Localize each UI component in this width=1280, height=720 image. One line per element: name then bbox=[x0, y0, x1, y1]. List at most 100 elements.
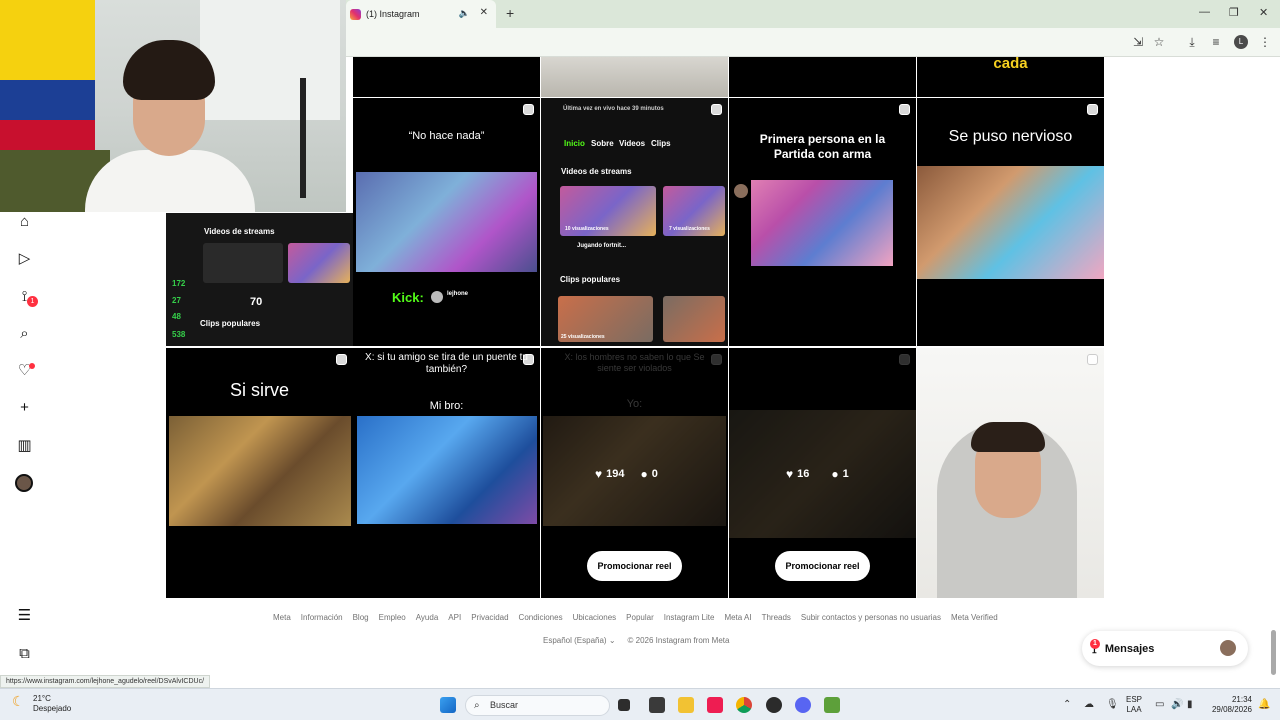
profile-avatar[interactable] bbox=[15, 474, 33, 492]
reel-tile[interactable] bbox=[541, 57, 728, 97]
reel-tile[interactable] bbox=[353, 57, 540, 97]
reel-icon bbox=[899, 104, 910, 115]
footer-link[interactable]: Threads bbox=[762, 613, 791, 622]
kick-avatar bbox=[431, 291, 443, 303]
notifications-icon[interactable]: 🔔 bbox=[1258, 699, 1270, 710]
reels-icon[interactable]: ▷ bbox=[16, 250, 33, 267]
chevron-up-icon[interactable]: ⌃ bbox=[1063, 699, 1071, 710]
gameplay-screenshot bbox=[917, 166, 1104, 279]
close-tab-icon[interactable]: ✕ bbox=[480, 7, 488, 18]
close-window-icon[interactable]: ✕ bbox=[1259, 6, 1268, 19]
notification-badge: 1 bbox=[27, 296, 38, 307]
minimize-icon[interactable]: — bbox=[1199, 6, 1210, 18]
weather-condition: Despejado bbox=[33, 704, 72, 713]
reel-tile[interactable]: Primera persona en la Partida con arma bbox=[729, 98, 916, 346]
search-icon: ⌕ bbox=[474, 700, 480, 711]
reel-tile[interactable]: Se puso nervioso bbox=[917, 98, 1104, 346]
reel-tile[interactable] bbox=[917, 348, 1104, 598]
reel-tile[interactable]: X: los hombres no saben lo que Se siente… bbox=[541, 348, 728, 598]
windows-start-icon[interactable] bbox=[440, 697, 456, 713]
like-count: 194 bbox=[606, 468, 625, 480]
volume-icon[interactable]: 🔊 bbox=[1171, 699, 1183, 710]
create-icon[interactable]: + bbox=[16, 399, 33, 416]
creator-avatar bbox=[734, 184, 748, 198]
github-icon[interactable] bbox=[766, 697, 782, 713]
page-scrollbar[interactable] bbox=[1271, 630, 1276, 675]
weather-widget[interactable]: ☾ 21°C Despejado bbox=[12, 694, 71, 714]
messages-button[interactable]: ⟟ 1 Mensajes bbox=[1082, 631, 1248, 666]
footer-link[interactable]: Popular bbox=[626, 613, 654, 622]
reel-icon bbox=[1087, 104, 1098, 115]
reel-tile[interactable]: Videos de streams 172 27 48 538 70 Clips… bbox=[166, 213, 353, 346]
browser-tab[interactable]: (1) Instagram 🔈 ✕ bbox=[346, 0, 496, 28]
tile-overlay-number: 70 bbox=[250, 296, 263, 308]
reel-tile[interactable]: Última vez en vivo hace 39 minutos Inici… bbox=[541, 98, 728, 346]
onedrive-icon[interactable]: ☁ bbox=[1084, 699, 1094, 710]
menu-dots-icon[interactable]: ⋮ bbox=[1258, 35, 1272, 49]
dashboard-icon[interactable]: ▥ bbox=[16, 437, 33, 454]
reel-tile[interactable]: ♥ 16 ● 1 Promocionar reel bbox=[729, 348, 916, 598]
clock[interactable]: 21:34 29/08/2026 bbox=[1206, 695, 1252, 715]
search-icon[interactable]: ⌕ bbox=[16, 325, 33, 342]
footer-link[interactable]: Meta bbox=[273, 613, 291, 622]
promote-reel-button[interactable]: Promocionar reel bbox=[587, 551, 682, 581]
reel-tile[interactable]: cada bbox=[917, 57, 1104, 97]
new-tab-icon[interactable]: + bbox=[506, 5, 514, 21]
footer-link[interactable]: Instagram Lite bbox=[664, 613, 715, 622]
footer-link[interactable]: Meta Verified bbox=[951, 613, 998, 622]
file-explorer-icon[interactable] bbox=[678, 697, 694, 713]
footer-link[interactable]: Meta AI bbox=[724, 613, 751, 622]
footer-link[interactable]: Blog bbox=[353, 613, 369, 622]
reel-tile[interactable]: Si sirve bbox=[166, 348, 353, 598]
footer-link[interactable]: Ubicaciones bbox=[573, 613, 617, 622]
capcut-icon[interactable] bbox=[649, 697, 665, 713]
comment-count: 0 bbox=[651, 468, 658, 480]
reel-stats: ♥ 16 ● 1 bbox=[786, 467, 849, 481]
footer-link[interactable]: Empleo bbox=[379, 613, 406, 622]
discord-icon[interactable] bbox=[795, 697, 811, 713]
task-view-icon[interactable] bbox=[618, 699, 630, 711]
footer-link[interactable]: Información bbox=[301, 613, 343, 622]
video-thumbnail bbox=[203, 243, 283, 283]
download-icon[interactable]: ⤓ bbox=[1185, 35, 1199, 49]
battery-icon[interactable]: ▮ bbox=[1187, 699, 1193, 710]
taskbar-search[interactable]: ⌕ Buscar bbox=[465, 695, 610, 716]
reel-caption: Si sirve bbox=[229, 380, 289, 400]
restore-icon[interactable]: ❐ bbox=[1229, 6, 1239, 19]
reel-tile[interactable]: “No hace nada” Kick: lejhone bbox=[353, 98, 540, 346]
input-language[interactable]: ESP LAA bbox=[1126, 695, 1142, 715]
monitor-icon[interactable]: ▭ bbox=[1155, 699, 1164, 710]
more-menu-icon[interactable]: ☰ bbox=[16, 607, 33, 624]
media-controls-icon[interactable]: ≡ bbox=[1209, 35, 1223, 49]
tile-number: 27 bbox=[172, 296, 181, 305]
bookmark-star-icon[interactable]: ☆ bbox=[1152, 35, 1166, 49]
tab-title: (1) Instagram bbox=[366, 9, 420, 19]
footer-link[interactable]: API bbox=[448, 613, 461, 622]
footer-link[interactable]: Privacidad bbox=[471, 613, 508, 622]
tiktok-icon[interactable] bbox=[707, 697, 723, 713]
promote-reel-button[interactable]: Promocionar reel bbox=[775, 551, 870, 581]
gameplay-screenshot bbox=[357, 416, 537, 524]
comment-icon: ● bbox=[640, 467, 648, 481]
language-select[interactable]: Español (España) ⌄ bbox=[543, 636, 616, 645]
messages-label: Mensajes bbox=[1104, 642, 1155, 655]
install-app-icon[interactable]: ⇲ bbox=[1131, 35, 1145, 49]
reel-caption: X: si tu amigo se tira de un puente tu t… bbox=[365, 352, 528, 375]
also-from-meta-icon[interactable]: ⧉ bbox=[16, 645, 33, 662]
video-thumbnail bbox=[288, 243, 350, 283]
video-views: 7 visualizaciones bbox=[669, 226, 710, 232]
minecraft-icon[interactable] bbox=[824, 697, 840, 713]
footer-link[interactable]: Subir contactos y personas no usuarias bbox=[801, 613, 941, 622]
profile-icon[interactable]: L bbox=[1234, 35, 1248, 49]
home-icon[interactable]: ⌂ bbox=[16, 213, 33, 230]
chrome-icon[interactable] bbox=[736, 697, 752, 713]
reel-caption: “No hace nada” bbox=[408, 130, 485, 142]
speaker-icon[interactable]: 🔈 bbox=[459, 8, 470, 19]
footer-link[interactable]: Condiciones bbox=[519, 613, 563, 622]
comment-icon: ● bbox=[831, 467, 839, 481]
mic-icon[interactable]: 🎙 bbox=[1106, 699, 1119, 710]
reel-tile[interactable] bbox=[729, 57, 916, 97]
reel-tile[interactable]: X: si tu amigo se tira de un puente tu t… bbox=[353, 348, 540, 598]
footer-link[interactable]: Ayuda bbox=[416, 613, 439, 622]
kick-label: Kick: bbox=[392, 290, 424, 305]
